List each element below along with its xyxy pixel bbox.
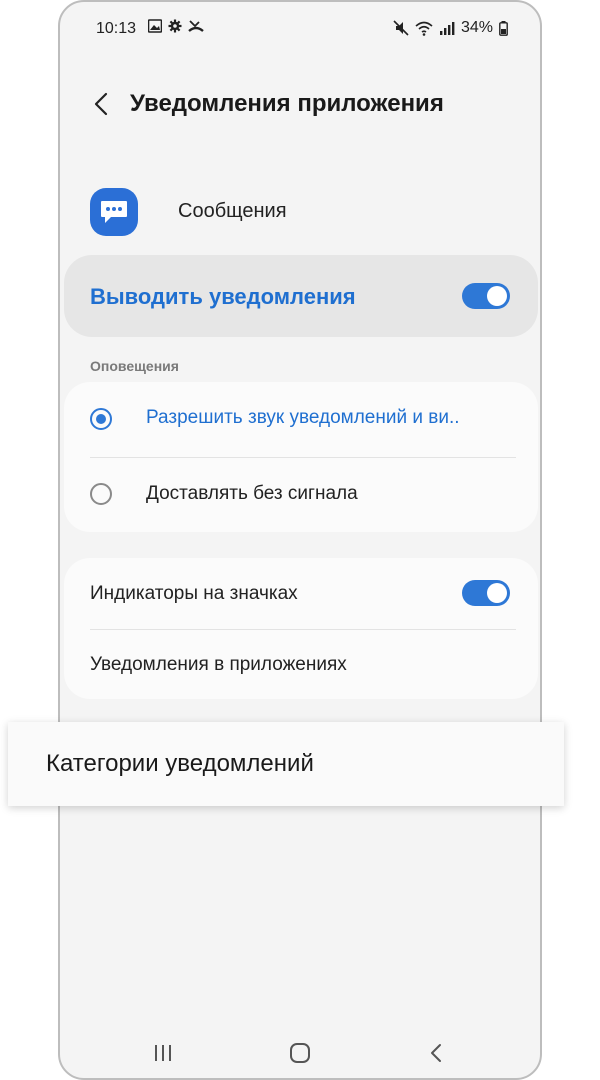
signal-icon — [439, 21, 455, 35]
show-notifications-switch[interactable] — [462, 283, 510, 309]
home-button[interactable] — [285, 1038, 315, 1068]
missed-call-icon — [188, 20, 204, 32]
back-button[interactable] — [86, 86, 116, 122]
badges-toggle-row[interactable]: Индикаторы на значках — [64, 558, 538, 629]
phone-frame: 10:13 34% Уведомления приложения Сообщен… — [58, 0, 542, 1080]
recents-icon — [155, 1045, 171, 1061]
battery-icon — [499, 20, 508, 36]
recents-button[interactable] — [148, 1038, 178, 1068]
back-nav-button[interactable] — [421, 1038, 451, 1068]
mute-icon — [393, 20, 409, 36]
radio-button-selected[interactable] — [90, 408, 112, 430]
notification-categories-highlight[interactable]: Категории уведомлений — [8, 722, 564, 806]
in-app-notifications-label: Уведомления в приложениях — [90, 654, 347, 675]
alert-option-silent-label: Доставлять без сигнала — [146, 483, 358, 504]
app-info-row: Сообщения — [60, 184, 540, 240]
chat-bubble-icon — [101, 201, 127, 223]
wifi-icon — [415, 21, 433, 36]
app-bar: Уведомления приложения — [60, 74, 540, 134]
more-settings-card: Индикаторы на значках Уведомления в прил… — [64, 558, 538, 699]
switch-knob — [487, 583, 507, 603]
alert-option-silent[interactable]: Доставлять без сигнала — [64, 458, 538, 532]
notification-categories-label: Категории уведомлений — [46, 750, 314, 777]
home-icon — [290, 1043, 310, 1063]
status-time: 10:13 — [96, 20, 137, 37]
status-bar: 10:13 34% — [60, 2, 540, 54]
messages-app-icon — [90, 188, 138, 236]
page-title: Уведомления приложения — [130, 90, 444, 117]
navigation-bar — [60, 1032, 540, 1072]
battery-percent: 34% — [460, 19, 493, 36]
alert-option-sound[interactable]: Разрешить звук уведомлений и ви.. — [64, 382, 538, 457]
alerts-card: Разрешить звук уведомлений и ви.. Достав… — [64, 382, 538, 532]
alert-option-sound-label: Разрешить звук уведомлений и ви.. — [146, 407, 460, 428]
in-app-notifications-row[interactable]: Уведомления в приложениях — [64, 630, 538, 699]
gear-icon — [168, 19, 182, 33]
show-notifications-toggle-row[interactable]: Выводить уведомления — [64, 255, 538, 337]
section-label-alerts: Оповещения — [90, 358, 179, 374]
image-icon — [148, 19, 162, 33]
back-nav-icon — [431, 1044, 441, 1062]
back-arrow-icon — [94, 92, 108, 116]
app-name: Сообщения — [178, 200, 287, 222]
badges-switch[interactable] — [462, 580, 510, 606]
badges-label: Индикаторы на значках — [90, 583, 298, 604]
switch-knob — [487, 286, 507, 306]
radio-button-unselected[interactable] — [90, 483, 112, 505]
show-notifications-label: Выводить уведомления — [90, 284, 356, 309]
